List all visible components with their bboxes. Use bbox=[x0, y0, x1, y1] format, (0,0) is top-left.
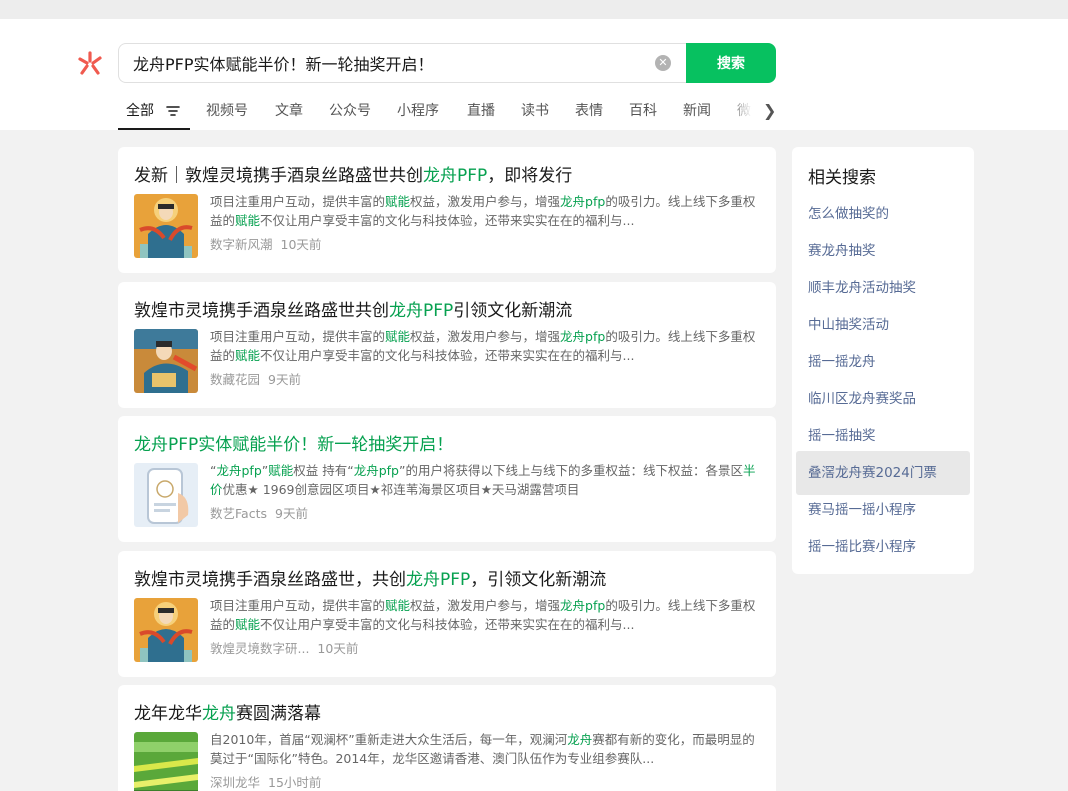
result-source[interactable]: 数艺Facts bbox=[210, 506, 267, 521]
result-meta: 数藏花园 9天前 bbox=[210, 369, 301, 388]
result-time: 9天前 bbox=[268, 372, 301, 387]
tab-books[interactable]: 读书 bbox=[521, 100, 549, 120]
chevron-right-icon[interactable]: ❯ bbox=[763, 101, 776, 120]
tab-official-accounts[interactable]: 公众号 bbox=[329, 100, 371, 120]
clear-search-icon[interactable]: ✕ bbox=[655, 55, 671, 71]
result-thumbnail[interactable] bbox=[134, 598, 198, 662]
tab-news[interactable]: 新闻 bbox=[683, 100, 711, 120]
result-card[interactable]: 敦煌市灵境携手酒泉丝路盛世，共创龙舟PFP，引领文化新潮流 项目注重用户互动，提… bbox=[118, 551, 776, 677]
active-tab-indicator bbox=[118, 128, 190, 130]
result-time: 9天前 bbox=[275, 506, 308, 521]
tab-live[interactable]: 直播 bbox=[467, 100, 495, 120]
result-snippet: 项目注重用户互动，提供丰富的赋能权益，激发用户参与，增强龙舟pfp的吸引力。线上… bbox=[210, 194, 756, 228]
result-time: 15小时前 bbox=[268, 775, 322, 790]
result-source[interactable]: 深圳龙华 bbox=[210, 775, 260, 790]
result-snippet: “龙舟pfp”赋能权益 持有“龙舟pfp”的用户将获得以下线上与线下的多重权益：… bbox=[210, 463, 756, 497]
wechat-search-logo-icon[interactable] bbox=[76, 49, 104, 77]
result-title[interactable]: 敦煌市灵境携手酒泉丝路盛世共创龙舟PFP引领文化新潮流 bbox=[134, 296, 764, 321]
result-snippet: 项目注重用户互动，提供丰富的赋能权益，激发用户参与，增强龙舟pfp的吸引力。线上… bbox=[210, 329, 756, 363]
search-button[interactable]: 搜索 bbox=[686, 43, 776, 83]
result-title[interactable]: 敦煌市灵境携手酒泉丝路盛世，共创龙舟PFP，引领文化新潮流 bbox=[134, 565, 764, 590]
result-type-tabs: 全部 视频号 文章 公众号 小程序 直播 读书 表情 百科 新闻 微信 ❯ bbox=[118, 96, 778, 130]
tabs-fade bbox=[728, 96, 768, 126]
result-source[interactable]: 数藏花园 bbox=[210, 372, 260, 387]
result-snippet: 自2010年，首届“观澜杯”重新走进大众生活后，每一年，观澜河龙舟赛都有新的变化… bbox=[210, 732, 755, 766]
tab-channels[interactable]: 视频号 bbox=[206, 100, 248, 120]
tab-articles[interactable]: 文章 bbox=[275, 100, 303, 120]
result-card[interactable]: 龙舟PFP实体赋能半价！新一轮抽奖开启！ “龙舟pfp”赋能权益 持有“龙舟pf… bbox=[118, 416, 776, 542]
result-meta: 敦煌灵境数字研... 10天前 bbox=[210, 638, 358, 657]
tab-encyclopedia[interactable]: 百科 bbox=[629, 100, 657, 120]
search-box[interactable]: ✕ bbox=[118, 43, 688, 83]
result-card[interactable]: 发新｜敦煌灵境携手酒泉丝路盛世共创龙舟PFP，即将发行 项目注重用户互动，提供丰… bbox=[118, 147, 776, 273]
related-search-item[interactable]: 摇一摇比赛小程序 bbox=[796, 525, 970, 569]
result-card[interactable]: 龙年龙华龙舟赛圆满落幕 自2010年，首届“观澜杯”重新走进大众生活后，每一年，… bbox=[118, 685, 776, 791]
result-meta: 深圳龙华 15小时前 bbox=[210, 772, 321, 791]
result-title[interactable]: 龙舟PFP实体赋能半价！新一轮抽奖开启！ bbox=[134, 430, 764, 455]
result-thumbnail[interactable] bbox=[134, 732, 198, 791]
result-meta: 数字新风潮 10天前 bbox=[210, 234, 321, 253]
tab-mini-programs[interactable]: 小程序 bbox=[397, 100, 439, 120]
result-meta: 数艺Facts 9天前 bbox=[210, 503, 308, 522]
result-time: 10天前 bbox=[280, 237, 322, 252]
result-snippet: 项目注重用户互动，提供丰富的赋能权益，激发用户参与，增强龙舟pfp的吸引力。线上… bbox=[210, 598, 756, 632]
related-searches-title: 相关搜索 bbox=[808, 168, 876, 188]
tab-stickers[interactable]: 表情 bbox=[575, 100, 603, 120]
result-title[interactable]: 发新｜敦煌灵境携手酒泉丝路盛世共创龙舟PFP，即将发行 bbox=[134, 161, 764, 186]
tab-all[interactable]: 全部 bbox=[126, 100, 154, 120]
result-thumbnail[interactable] bbox=[134, 329, 198, 393]
result-thumbnail[interactable] bbox=[134, 463, 198, 527]
result-source[interactable]: 数字新风潮 bbox=[210, 237, 273, 252]
filter-icon[interactable] bbox=[166, 105, 180, 117]
result-time: 10天前 bbox=[317, 641, 359, 656]
result-title[interactable]: 龙年龙华龙舟赛圆满落幕 bbox=[134, 699, 764, 724]
result-source[interactable]: 敦煌灵境数字研... bbox=[210, 641, 309, 656]
result-thumbnail[interactable] bbox=[134, 194, 198, 258]
search-input[interactable] bbox=[133, 44, 643, 82]
browser-top-strip bbox=[0, 0, 1068, 19]
related-searches-panel: 相关搜索 怎么做抽奖的 赛龙舟抽奖 顺丰龙舟活动抽奖 中山抽奖活动 摇一摇龙舟 … bbox=[792, 147, 974, 574]
result-card[interactable]: 敦煌市灵境携手酒泉丝路盛世共创龙舟PFP引领文化新潮流 项目注重用户互动，提供丰… bbox=[118, 282, 776, 408]
